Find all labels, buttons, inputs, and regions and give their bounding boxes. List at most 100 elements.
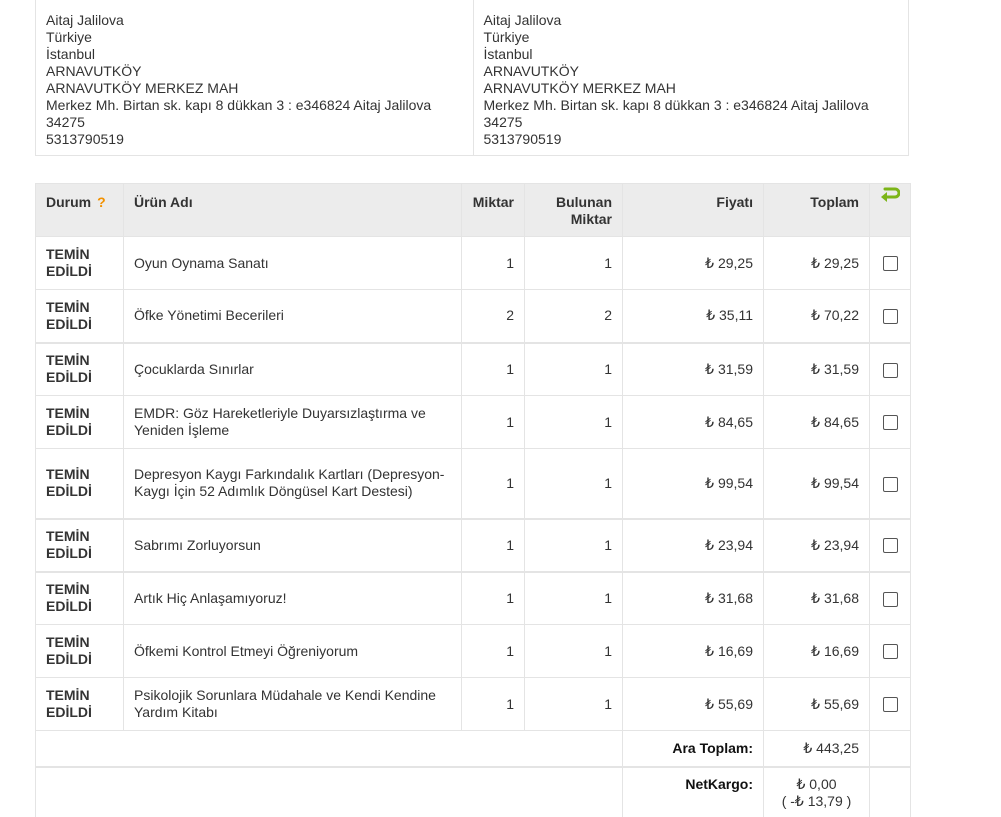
subtotal-value: ₺ 443,25 [763,730,870,767]
product-total: ₺ 84,65 [763,395,870,449]
shipping-neighborhood: ARNAVUTKÖY MERKEZ MAH [483,80,676,96]
table-row: TEMİN EDİLDİ Oyun Oynama Sanatı 1 1 ₺ 29,25 ₺ … [35,236,911,290]
header-undo [869,183,911,237]
product-total: ₺ 55,69 [763,677,870,731]
checkbox-icon[interactable] [882,362,898,378]
product-found-qty: 1 [524,517,623,572]
checkbox-icon[interactable] [882,644,898,660]
subtotal-label: Ara Toplam: [622,730,764,767]
product-name: Sabrımı Zorluyorsun [123,517,462,572]
table-row: TEMİN EDİLDİ Çocuklarda Sınırlar 1 1 ₺ 31,59 ₺… [35,341,911,396]
product-price: ₺ 35,11 [622,289,764,343]
status-badge: TEMİN EDİLDİ [35,624,124,678]
product-found-qty: 1 [524,341,623,396]
product-qty: 1 [461,395,525,449]
product-found-qty: 1 [524,677,623,731]
product-price: ₺ 55,69 [622,677,764,731]
row-checkbox-cell [869,448,911,519]
product-total: ₺ 70,22 [763,289,870,343]
table-header-row: Durum? Ürün Adı Miktar Bulunan Miktar Fiy… [35,183,911,237]
product-name: Depresyon Kaygı Farkındalık Kartları (De… [123,448,462,519]
product-found-qty: 1 [524,448,623,519]
product-qty: 2 [461,289,525,343]
product-found-qty: 2 [524,289,623,343]
shipping-discount: ( -₺ 13,79 ) [781,792,852,809]
shipping-name: Aitaj Jalilova [483,12,562,28]
status-badge: TEMİN EDİLDİ [35,236,124,290]
checkbox-icon[interactable] [882,538,898,554]
product-qty: 1 [461,517,525,572]
status-badge: TEMİN EDİLDİ [35,395,124,449]
product-price: ₺ 29,25 [622,236,764,290]
checkbox-icon[interactable] [882,697,898,713]
billing-district: ARNAVUTKÖY [46,63,142,79]
checkbox-icon[interactable] [882,591,898,607]
product-total: ₺ 23,94 [763,517,870,572]
status-badge: TEMİN EDİLDİ [35,341,124,396]
checkbox-icon[interactable] [882,476,898,492]
shipping-row: NetKargo: ₺ 0,00 ( -₺ 13,79 ) [35,765,911,817]
address-panel: Aitaj Jalilova Türkiye İstanbul ARNAVUTK… [35,0,909,156]
header-urun: Ürün Adı [123,183,462,237]
product-qty: 1 [461,448,525,519]
table-row: TEMİN EDİLDİ Sabrımı Zorluyorsun 1 1 ₺ 23,94 ₺… [35,517,911,572]
row-checkbox-cell [869,624,911,678]
product-found-qty: 1 [524,395,623,449]
shipping-country: Türkiye [483,29,530,45]
status-badge: TEMİN EDİLDİ [35,448,124,519]
billing-neighborhood: ARNAVUTKÖY MERKEZ MAH [46,80,239,96]
table-row: TEMİN EDİLDİ EMDR: Göz Hareketleriyle Duya… [35,395,911,449]
product-price: ₺ 16,69 [622,624,764,678]
header-bulunan-miktar: Bulunan Miktar [524,183,623,237]
billing-postal: 34275 [46,114,85,130]
row-checkbox-cell [869,289,911,343]
product-name: Oyun Oynama Sanatı [123,236,462,290]
help-icon[interactable]: ? [97,194,106,210]
checkbox-icon[interactable] [882,309,898,325]
shipping-value: ₺ 0,00 [796,775,837,792]
row-checkbox-cell [869,517,911,572]
table-row: TEMİN EDİLDİ Öfkemi Kontrol Etmeyi Öğreniy… [35,624,911,678]
row-checkbox-cell [869,677,911,731]
header-toplam: Toplam [763,183,870,237]
row-checkbox-cell [869,395,911,449]
status-badge: TEMİN EDİLDİ [35,677,124,731]
undo-arrow-icon[interactable] [880,185,901,207]
product-name: Öfke Yönetimi Becerileri [123,289,462,343]
product-total: ₺ 31,68 [763,570,870,625]
checkbox-icon[interactable] [882,415,898,431]
checkbox-icon[interactable] [882,256,898,272]
product-price: ₺ 99,54 [622,448,764,519]
billing-street: Merkez Mh. Birtan sk. kapı 8 dükkan 3 : … [46,97,432,113]
product-total: ₺ 99,54 [763,448,870,519]
product-name: Artık Hiç Anlaşamıyoruz! [123,570,462,625]
table-row: TEMİN EDİLDİ Öfke Yönetimi Becerileri 2 2 ₺ 3… [35,289,911,343]
shipping-city: İstanbul [483,46,533,62]
status-badge: TEMİN EDİLDİ [35,289,124,343]
product-total: ₺ 31,59 [763,341,870,396]
shipping-postal: 34275 [483,114,523,130]
table-row: TEMİN EDİLDİ Psikolojik Sorunlara Müdahale… [35,677,911,731]
shipping-street: Merkez Mh. Birtan sk. kapı 8 dükkan 3 : … [483,97,869,113]
shipping-address: Aitaj Jalilova Türkiye İstanbul ARNAVUTK… [472,0,909,155]
billing-name: Aitaj Jalilova [46,12,124,28]
header-durum: Durum? [35,183,124,237]
product-total: ₺ 29,25 [763,236,870,290]
row-checkbox-cell [869,570,911,625]
shipping-value-cell: ₺ 0,00 ( -₺ 13,79 ) [763,765,870,817]
product-found-qty: 1 [524,570,623,625]
product-name: EMDR: Göz Hareketleriyle Duyarsızlaştırm… [123,395,462,449]
table-row: TEMİN EDİLDİ Artık Hiç Anlaşamıyoruz! 1 1 ₺ 3… [35,570,911,625]
product-qty: 1 [461,236,525,290]
table-row: TEMİN EDİLDİ Depresyon Kaygı Farkındalık K… [35,448,911,519]
status-badge: TEMİN EDİLDİ [35,517,124,572]
product-price: ₺ 31,59 [622,341,764,396]
product-qty: 1 [461,677,525,731]
shipping-label: NetKargo: [622,765,764,817]
product-price: ₺ 23,94 [622,517,764,572]
product-name: Öfkemi Kontrol Etmeyi Öğreniyorum [123,624,462,678]
product-name: Çocuklarda Sınırlar [123,341,462,396]
product-price: ₺ 31,68 [622,570,764,625]
billing-phone: 5313790519 [46,131,124,147]
product-found-qty: 1 [524,624,623,678]
